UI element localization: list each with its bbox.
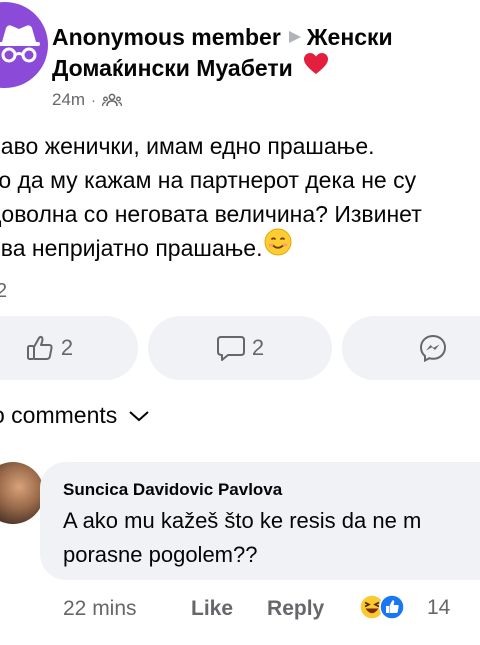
commenter-name[interactable]: Suncica Davidovic Pavlova [63, 480, 282, 500]
reaction-count[interactable]: 2 [0, 280, 7, 303]
comments-filter-label: o comments [0, 402, 118, 428]
like-reaction-icon [379, 594, 405, 620]
post-line: ова непријатно прашање. [0, 228, 480, 265]
facebook-post-view: Anonymous member Женски Домаќински Муабет… [0, 0, 480, 645]
comment-count: 2 [251, 335, 265, 360]
comment-line: porasne pogolem?? [63, 542, 258, 567]
comment-button[interactable]: 2 [148, 316, 332, 380]
post-line: ко да му кажам на партнерот дека не су [0, 167, 417, 193]
like-button[interactable]: 2 [0, 316, 138, 380]
smiling-face-icon [264, 228, 292, 265]
comment-line: A ako mu kažeš što ke resis da ne m [63, 508, 422, 533]
comment-text: A ako mu kažeš što ke resis da ne m pora… [63, 504, 421, 572]
anonymous-icon [0, 25, 40, 63]
post-line: раво женички, имам едно прашање. [0, 133, 375, 159]
comment-time[interactable]: 22 mins [63, 597, 191, 621]
thumbs-up-icon [26, 335, 53, 360]
comments-filter[interactable]: o comments [0, 402, 151, 429]
comment-reaction-count[interactable]: 14 [427, 596, 450, 620]
comment-reply-button[interactable]: Reply [267, 597, 324, 621]
messenger-share-button[interactable] [342, 316, 480, 380]
post-line: доволна со неговата величина? Извинет [0, 201, 422, 227]
heart-icon [303, 52, 329, 84]
chevron-down-icon [129, 410, 149, 421]
author-name[interactable]: Anonymous member [52, 24, 281, 50]
post-time[interactable]: 24m [52, 90, 85, 110]
like-count: 2 [60, 335, 74, 360]
post-header: Anonymous member Женски Домаќински Муабет… [52, 22, 472, 86]
messenger-icon [419, 334, 447, 363]
arrow-right-icon [288, 30, 301, 43]
group-icon [101, 93, 122, 107]
comment-reactions[interactable] [359, 594, 405, 620]
comment-actions: 22 mins Like Reply [63, 594, 358, 624]
comment-icon [216, 336, 245, 361]
commenter-avatar[interactable] [0, 462, 44, 524]
post-meta: 24m · [52, 90, 122, 110]
anonymous-avatar[interactable] [0, 2, 48, 88]
post-line-text: ова непријатно прашање. [0, 235, 263, 261]
separator-dot: · [91, 92, 96, 108]
post-body: раво женички, имам едно прашање. ко да м… [0, 129, 480, 265]
comment-like-button[interactable]: Like [191, 597, 233, 621]
